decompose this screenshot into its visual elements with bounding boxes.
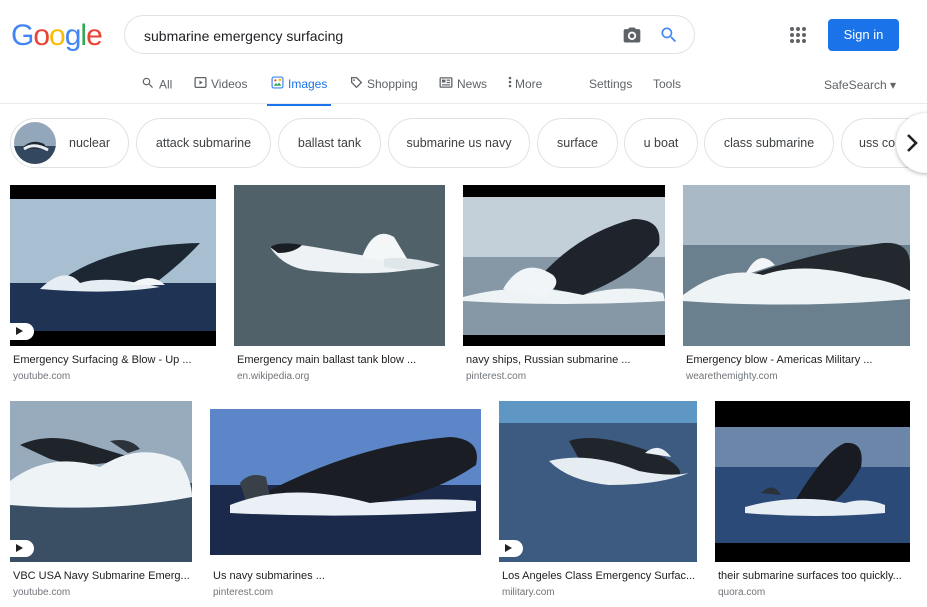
chip-label: ballast tank — [297, 136, 362, 150]
video-play-icon — [499, 540, 523, 557]
video-play-icon — [10, 540, 34, 557]
chip-nuclear[interactable]: nuclear — [10, 118, 129, 168]
image-icon — [271, 76, 284, 92]
result-source[interactable]: wearethemighty.com — [686, 371, 778, 382]
tab-label: Tools — [653, 76, 682, 91]
chip-label: attack submarine — [155, 136, 252, 150]
result-caption[interactable]: Us navy submarines ... — [213, 570, 478, 582]
safesearch-dropdown[interactable]: SafeSearch ▾ — [824, 78, 896, 92]
chip-surface[interactable]: surface — [537, 118, 618, 168]
result-source[interactable]: en.wikipedia.org — [237, 371, 309, 382]
tab-all[interactable]: All — [141, 76, 172, 104]
tab-tools[interactable]: Tools — [653, 76, 681, 104]
camera-icon[interactable] — [622, 25, 642, 50]
result-thumbnail[interactable] — [10, 185, 216, 346]
logo-letter: g — [64, 19, 82, 52]
logo-letter: G — [11, 19, 34, 52]
result-thumbnail[interactable] — [683, 185, 910, 346]
news-icon — [439, 76, 453, 92]
chip-class-submarine[interactable]: class submarine — [704, 118, 834, 168]
chip-u-boat[interactable]: u boat — [624, 118, 698, 168]
result-caption[interactable]: Emergency blow - Americas Military ... — [686, 354, 906, 366]
result-thumbnail[interactable] — [210, 401, 481, 562]
result-source[interactable]: youtube.com — [13, 587, 70, 598]
tab-label: All — [159, 77, 173, 92]
result-thumbnail[interactable] — [499, 401, 697, 562]
result-thumbnail[interactable] — [463, 185, 665, 346]
chip-label: nuclear — [69, 136, 110, 150]
tab-videos[interactable]: Videos — [194, 76, 247, 104]
video-play-icon — [10, 323, 34, 340]
result-thumbnail[interactable] — [234, 185, 445, 346]
chip-label: u boat — [643, 136, 679, 150]
result-caption[interactable]: Los Angeles Class Emergency Surfac... — [502, 570, 695, 582]
result-thumbnail[interactable] — [715, 401, 910, 562]
image-result[interactable]: their submarine surfaces too quickly... … — [715, 401, 910, 607]
tab-label: Videos — [211, 77, 248, 91]
tag-icon — [350, 76, 363, 92]
tab-label: Images — [288, 77, 328, 91]
video-icon — [194, 76, 207, 92]
tab-label: Settings — [589, 76, 633, 91]
image-result[interactable]: Us navy submarines ... pinterest.com — [210, 401, 481, 607]
google-logo[interactable]: Google — [11, 19, 103, 53]
result-source[interactable]: military.com — [502, 587, 555, 598]
logo-letter: o — [49, 19, 66, 52]
chip-submarine-us-navy[interactable]: submarine us navy — [388, 118, 530, 168]
apps-grid-icon[interactable] — [790, 27, 808, 45]
search-input[interactable] — [142, 24, 606, 48]
image-result[interactable]: Emergency Surfacing & Blow - Up ... yout… — [10, 185, 216, 395]
search-icon — [141, 76, 155, 93]
image-result[interactable]: navy ships, Russian submarine ... pinter… — [463, 185, 665, 395]
image-result[interactable]: VBC USA Navy Submarine Emerg... youtube.… — [10, 401, 192, 607]
chip-attack-submarine[interactable]: attack submarine — [136, 118, 271, 168]
tab-more[interactable]: More — [508, 76, 542, 104]
search-icon[interactable] — [659, 25, 679, 50]
result-caption[interactable]: Emergency main ballast tank blow ... — [237, 354, 442, 366]
related-searches: nuclear attack submarine ballast tank su… — [0, 118, 927, 170]
logo-letter: o — [33, 19, 50, 52]
result-caption[interactable]: their submarine surfaces too quickly... — [718, 570, 908, 582]
chip-label: surface — [557, 136, 598, 150]
sign-in-button[interactable]: Sign in — [828, 19, 899, 51]
header-divider — [0, 103, 927, 104]
result-caption[interactable]: Emergency Surfacing & Blow - Up ... — [13, 354, 213, 366]
result-caption[interactable]: VBC USA Navy Submarine Emerg... — [13, 570, 189, 582]
tab-label: Shopping — [367, 77, 418, 91]
search-box — [124, 15, 695, 54]
result-source[interactable]: youtube.com — [13, 371, 70, 382]
chip-label: submarine us navy — [406, 136, 512, 150]
result-source[interactable]: pinterest.com — [213, 587, 273, 598]
tab-images[interactable]: Images — [266, 76, 332, 106]
logo-letter: e — [86, 19, 103, 52]
chip-label: class submarine — [723, 136, 815, 150]
tab-news[interactable]: News — [439, 76, 487, 104]
result-source[interactable]: quora.com — [718, 587, 765, 598]
result-caption[interactable]: navy ships, Russian submarine ... — [466, 354, 664, 366]
tab-settings[interactable]: Settings — [589, 76, 632, 104]
chip-thumbnail — [14, 122, 56, 164]
tab-label: News — [457, 77, 488, 91]
result-thumbnail[interactable] — [10, 401, 192, 562]
tab-label: More — [515, 76, 543, 91]
chevron-right-icon — [907, 134, 918, 152]
chip-label: uss co — [859, 136, 896, 150]
chip-ballast-tank[interactable]: ballast tank — [278, 118, 381, 168]
image-result[interactable]: Emergency blow - Americas Military ... w… — [683, 185, 910, 395]
result-source[interactable]: pinterest.com — [466, 371, 526, 382]
image-result[interactable]: Los Angeles Class Emergency Surfac... mi… — [499, 401, 697, 607]
tab-shopping[interactable]: Shopping — [350, 76, 418, 104]
image-result[interactable]: Emergency main ballast tank blow ... en.… — [234, 185, 445, 395]
more-vert-icon — [508, 76, 512, 91]
